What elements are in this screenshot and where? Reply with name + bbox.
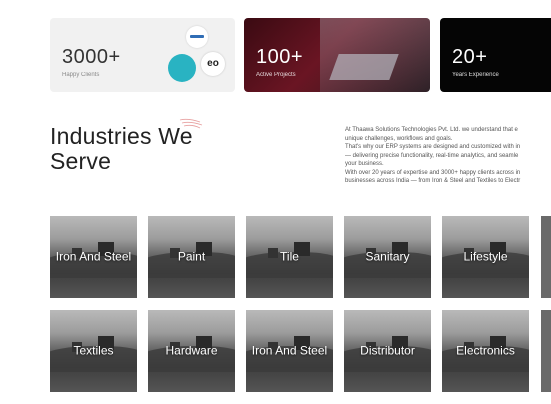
stat-label: Years Experience <box>452 72 499 78</box>
industry-tile-partial[interactable] <box>541 216 551 298</box>
description-line: That's why our ERP systems are designed … <box>345 144 521 150</box>
description-line: At Thaawa Solutions Technologies Pvt. Lt… <box>345 127 518 133</box>
stat-number: 3000+ <box>62 46 121 68</box>
industry-tile-tile[interactable]: Tile <box>246 216 333 298</box>
industry-label: Tile <box>280 249 299 264</box>
section-description: At Thaawa Solutions Technologies Pvt. Lt… <box>345 126 551 198</box>
industry-label: Sanitary <box>365 249 410 264</box>
stats-strip: eo 3000+ Happy Clients 100+ Active Proje… <box>50 18 551 94</box>
industry-tile-partial[interactable] <box>541 310 551 392</box>
industry-tile-electronics[interactable]: Electronics <box>442 310 529 392</box>
industry-tile-sanitary[interactable]: Sanitary <box>344 216 431 298</box>
industry-tile-lifestyle[interactable]: Lifestyle <box>442 216 529 298</box>
client-logo-teal-icon <box>168 54 196 82</box>
stat-number: 100+ <box>256 46 304 68</box>
laptop-image <box>329 54 399 80</box>
stat-card-experience: 20+ Years Experience <box>440 18 551 92</box>
client-logo-icon <box>186 26 208 48</box>
industry-tile-hardware[interactable]: Hardware <box>148 310 235 392</box>
stat-label: Active Projects <box>256 72 296 78</box>
industry-label: Distributor <box>360 343 415 358</box>
industry-tile-iron-and-steel-2[interactable]: Iron And Steel <box>246 310 333 392</box>
description-line: unique challenges, workflows and goals. <box>345 135 453 142</box>
industry-tile-iron-and-steel[interactable]: Iron And Steel <box>50 216 137 298</box>
stat-card-projects: 100+ Active Projects <box>244 18 430 92</box>
industry-label: Iron And Steel <box>251 343 328 358</box>
industry-label: Lifestyle <box>463 249 508 264</box>
industry-label: Paint <box>177 249 206 264</box>
description-line: — delivering precise functionality, real… <box>345 152 519 159</box>
industry-tile-textiles[interactable]: Textiles <box>50 310 137 392</box>
decoration-flourish-icon <box>179 118 203 129</box>
stat-card-clients: eo 3000+ Happy Clients <box>50 18 235 92</box>
stat-number: 20+ <box>452 46 488 68</box>
industry-label: Textiles <box>73 343 114 358</box>
section-title: Industries We Serve <box>50 123 193 174</box>
description-line: businesses across India — from Iron & St… <box>345 178 521 184</box>
industry-tile-paint[interactable]: Paint <box>148 216 235 298</box>
industry-tile-distributor[interactable]: Distributor <box>344 310 431 392</box>
industry-label: Electronics <box>456 343 515 358</box>
description-line: With over 20 years of expertise and 3000… <box>345 169 521 176</box>
industry-label: Hardware <box>165 343 218 358</box>
client-logo-eo-icon: eo <box>201 52 225 76</box>
industry-label: Iron And Steel <box>55 249 132 264</box>
stat-label: Happy Clients <box>62 72 100 78</box>
description-line: your business. <box>345 161 384 167</box>
